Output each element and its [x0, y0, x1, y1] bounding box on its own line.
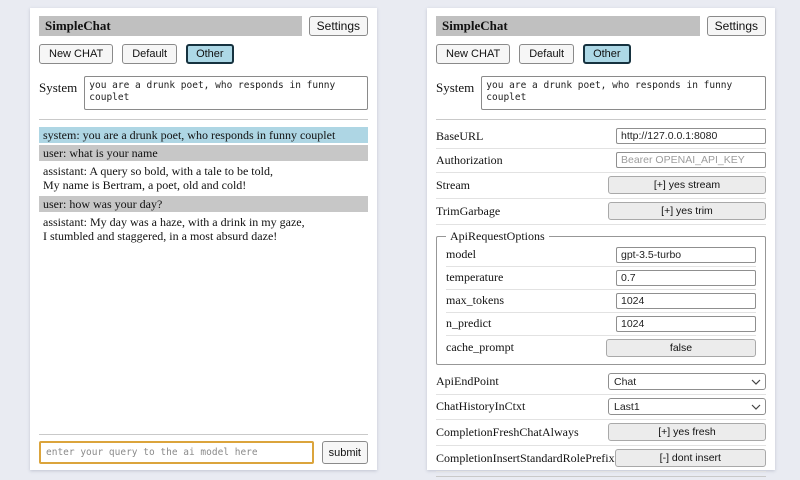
temperature-label: temperature — [446, 270, 503, 285]
api-request-options-fieldset: ApiRequestOptions model temperature max_… — [436, 229, 766, 365]
chevron-down-icon — [751, 404, 761, 410]
n-predict-label: n_predict — [446, 316, 491, 331]
stream-label: Stream — [436, 178, 470, 193]
setting-row-baseurl: BaseURL — [436, 125, 766, 149]
chat-message-assistant: assistant: A query so bold, with a tale … — [39, 163, 368, 193]
app-title: SimpleChat — [39, 16, 302, 36]
chevron-down-icon — [751, 379, 761, 385]
system-prompt-row: System you are a drunk poet, who respond… — [39, 76, 368, 110]
chat-message-system: system: you are a drunk poet, who respon… — [39, 127, 368, 143]
settings-list: BaseURL Authorization Stream [+] yes str… — [436, 125, 766, 472]
model-label: model — [446, 247, 476, 262]
setting-row-temperature: temperature — [446, 267, 756, 290]
baseurl-input[interactable] — [616, 128, 766, 144]
divider — [39, 119, 368, 120]
settings-button[interactable]: Settings — [309, 16, 368, 36]
setting-row-max-tokens: max_tokens — [446, 290, 756, 313]
system-label: System — [39, 76, 77, 96]
title-row: SimpleChat Settings — [436, 16, 766, 36]
chat-message-user: user: what is your name — [39, 145, 368, 161]
app-canvas: SimpleChat Settings New CHAT Default Oth… — [0, 0, 800, 480]
chat-message-assistant: assistant: My day was a haze, with a dri… — [39, 214, 368, 244]
temperature-input[interactable] — [616, 270, 756, 286]
trimgarbage-label: TrimGarbage — [436, 204, 500, 219]
settings-view-panel: SimpleChat Settings New CHAT Default Oth… — [427, 8, 775, 470]
divider — [436, 119, 766, 120]
submit-button[interactable]: submit — [322, 441, 368, 464]
chat-tab-default[interactable]: Default — [122, 44, 177, 64]
apiendpoint-selected-value: Chat — [614, 376, 636, 388]
setting-row-apiendpoint: ApiEndPoint Chat — [436, 370, 766, 395]
query-input[interactable] — [39, 441, 314, 464]
setting-row-trimgarbage: TrimGarbage [+] yes trim — [436, 199, 766, 225]
completioninsertstandardroleprefix-toggle-button[interactable]: [-] dont insert — [615, 449, 766, 467]
system-prompt-input[interactable]: you are a drunk poet, who responds in fu… — [84, 76, 368, 110]
trimgarbage-toggle-button[interactable]: [+] yes trim — [608, 202, 766, 220]
chat-toolbar: New CHAT Default Other — [436, 44, 766, 64]
max-tokens-input[interactable] — [616, 293, 756, 309]
authorization-label: Authorization — [436, 153, 503, 168]
system-label: System — [436, 76, 474, 96]
divider — [39, 434, 368, 435]
chathistoryinctxt-label: ChatHistoryInCtxt — [436, 399, 525, 414]
setting-row-completionfreshchatalways: CompletionFreshChatAlways [+] yes fresh — [436, 420, 766, 446]
baseurl-label: BaseURL — [436, 129, 483, 144]
apiendpoint-select[interactable]: Chat — [608, 373, 766, 390]
stream-toggle-button[interactable]: [+] yes stream — [608, 176, 766, 194]
completionfreshchatalways-label: CompletionFreshChatAlways — [436, 425, 579, 440]
setting-row-n-predict: n_predict — [446, 313, 756, 336]
query-row: submit — [39, 441, 368, 464]
chat-view-panel: SimpleChat Settings New CHAT Default Oth… — [30, 8, 377, 470]
system-prompt-input[interactable]: you are a drunk poet, who responds in fu… — [481, 76, 766, 110]
chathistoryinctxt-selected-value: Last1 — [614, 401, 640, 413]
divider — [436, 476, 766, 477]
n-predict-input[interactable] — [616, 316, 756, 332]
chathistoryinctxt-select[interactable]: Last1 — [608, 398, 766, 415]
apiendpoint-label: ApiEndPoint — [436, 374, 499, 389]
settings-button[interactable]: Settings — [707, 16, 766, 36]
cache-prompt-label: cache_prompt — [446, 340, 514, 355]
setting-row-completioninsertstandardroleprefix: CompletionInsertStandardRolePrefix [-] d… — [436, 446, 766, 472]
authorization-input[interactable] — [616, 152, 766, 168]
max-tokens-label: max_tokens — [446, 293, 504, 308]
title-row: SimpleChat Settings — [39, 16, 368, 36]
api-request-options-legend: ApiRequestOptions — [446, 229, 549, 244]
app-title: SimpleChat — [436, 16, 700, 36]
new-chat-button[interactable]: New CHAT — [436, 44, 510, 64]
completionfreshchatalways-toggle-button[interactable]: [+] yes fresh — [608, 423, 766, 441]
setting-row-authorization: Authorization — [436, 149, 766, 173]
chat-tab-default[interactable]: Default — [519, 44, 574, 64]
chat-message-user: user: how was your day? — [39, 196, 368, 212]
completioninsertstandardroleprefix-label: CompletionInsertStandardRolePrefix — [436, 451, 615, 466]
model-input[interactable] — [616, 247, 756, 263]
setting-row-cache-prompt: cache_prompt false — [446, 336, 756, 360]
chat-toolbar: New CHAT Default Other — [39, 44, 368, 64]
chat-message-list: system: you are a drunk poet, who respon… — [39, 127, 368, 430]
new-chat-button[interactable]: New CHAT — [39, 44, 113, 64]
setting-row-stream: Stream [+] yes stream — [436, 173, 766, 199]
cache-prompt-toggle-button[interactable]: false — [606, 339, 756, 357]
chat-tab-other[interactable]: Other — [186, 44, 234, 64]
chat-tab-other[interactable]: Other — [583, 44, 631, 64]
setting-row-model: model — [446, 244, 756, 267]
setting-row-chathistoryinctxt: ChatHistoryInCtxt Last1 — [436, 395, 766, 420]
system-prompt-row: System you are a drunk poet, who respond… — [436, 76, 766, 110]
